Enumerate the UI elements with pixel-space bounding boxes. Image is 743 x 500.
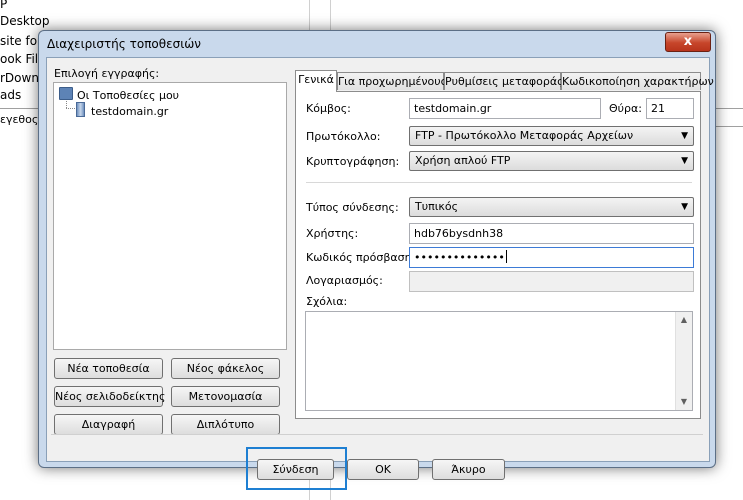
site-tree[interactable]: Οι Τοποθεσίες μου testdomain.gr bbox=[53, 82, 287, 350]
connect-button[interactable]: Σύνδεση bbox=[257, 459, 334, 480]
comments-scrollbar[interactable]: ▲ ▼ bbox=[675, 312, 692, 410]
ok-button[interactable]: OK bbox=[347, 459, 419, 480]
dialog-client-area: Επιλογή εγγραφής: Οι Τοποθεσίες μου test… bbox=[46, 57, 714, 490]
dialog-title: Διαχειριστής τοποθεσιών bbox=[47, 37, 202, 51]
background-item[interactable]: site fo bbox=[0, 33, 37, 50]
tab-advanced[interactable]: Για προχωρημένους bbox=[337, 72, 447, 90]
background-item[interactable]: P bbox=[0, 0, 7, 13]
site-manager-dialog: Διαχειριστής τοποθεσιών x Επιλογή εγγραφ… bbox=[38, 30, 716, 490]
protocol-value: FTP - Πρωτόκολλο Μεταφοράς Αρχείων bbox=[415, 129, 634, 142]
user-label: Χρήστης: bbox=[306, 227, 359, 240]
close-icon: x bbox=[683, 34, 693, 49]
port-input[interactable]: 21 bbox=[646, 98, 694, 119]
logon-type-label: Τύπος σύνδεσης: bbox=[306, 201, 399, 214]
delete-button[interactable]: Διαγραφή bbox=[54, 414, 163, 435]
port-label: Θύρα: bbox=[609, 102, 642, 115]
section-divider bbox=[306, 182, 692, 183]
scroll-up-icon[interactable]: ▲ bbox=[676, 312, 692, 328]
protocol-select[interactable]: FTP - Πρωτόκολλο Μεταφοράς Αρχείων ▼ bbox=[409, 126, 694, 146]
dialog-titlebar[interactable]: Διαχειριστής τοποθεσιών x bbox=[39, 31, 715, 57]
new-folder-button[interactable]: Νέος φάκελος bbox=[171, 358, 280, 379]
password-value: •••••••••••••• bbox=[414, 251, 505, 264]
host-label: Κόμβος: bbox=[306, 102, 351, 115]
general-tab-panel: Κόμβος: testdomain.gr Θύρα: 21 Πρωτόκολλ… bbox=[295, 91, 701, 419]
account-input bbox=[409, 271, 694, 292]
tree-connector bbox=[66, 108, 75, 109]
comments-textarea[interactable]: ▲ ▼ bbox=[305, 311, 693, 411]
new-site-button[interactable]: Νέα τοποθεσία bbox=[54, 358, 163, 379]
server-icon bbox=[76, 102, 85, 117]
tree-site-item[interactable]: testdomain.gr bbox=[76, 102, 168, 118]
background-divider bbox=[714, 126, 743, 127]
tree-site-label: testdomain.gr bbox=[91, 105, 169, 118]
tab-general[interactable]: Γενικά bbox=[295, 70, 337, 92]
background-divider bbox=[0, 108, 38, 109]
account-label: Λογαριασμός: bbox=[306, 274, 383, 287]
encryption-select[interactable]: Χρήση απλού FTP ▼ bbox=[409, 151, 694, 171]
password-input[interactable]: •••••••••••••• bbox=[409, 247, 694, 268]
folder-icon bbox=[59, 87, 73, 100]
comments-label: Σχόλια: bbox=[306, 295, 348, 308]
chevron-down-icon: ▼ bbox=[681, 202, 688, 212]
rename-button[interactable]: Μετονομασία bbox=[171, 386, 280, 407]
protocol-label: Πρωτόκολλο: bbox=[306, 130, 381, 143]
new-bookmark-button[interactable]: Νέος σελιδοδείκτης bbox=[54, 386, 165, 407]
logon-type-value: Τυπικός bbox=[415, 200, 459, 213]
tab-charset[interactable]: Κωδικοποίηση χαρακτήρων bbox=[561, 72, 714, 90]
user-input[interactable]: hdb76bysdnh38 bbox=[409, 223, 694, 244]
bottom-divider bbox=[51, 434, 703, 435]
chevron-down-icon: ▼ bbox=[681, 156, 688, 166]
cancel-button[interactable]: Άκυρο bbox=[432, 459, 505, 480]
select-entry-label: Επιλογή εγγραφής: bbox=[54, 67, 160, 80]
close-button[interactable]: x bbox=[665, 32, 711, 52]
background-item[interactable]: Desktop bbox=[0, 13, 50, 30]
tree-root-label: Οι Τοποθεσίες μου bbox=[77, 89, 180, 102]
chevron-down-icon: ▼ bbox=[681, 131, 688, 141]
background-divider bbox=[714, 108, 743, 109]
password-label: Κωδικός πρόσβασης: bbox=[306, 251, 422, 264]
duplicate-button[interactable]: Διπλότυπο bbox=[171, 414, 280, 435]
encryption-label: Κρυπτογράφηση: bbox=[306, 155, 400, 168]
tab-transfer-settings[interactable]: Ρυθμίσεις μεταφοράς bbox=[444, 72, 564, 90]
host-input[interactable]: testdomain.gr bbox=[409, 98, 601, 119]
encryption-value: Χρήση απλού FTP bbox=[415, 154, 511, 167]
scroll-down-icon[interactable]: ▼ bbox=[676, 394, 692, 410]
background-item[interactable]: ads bbox=[0, 87, 21, 104]
tree-root-item[interactable]: Οι Τοποθεσίες μου bbox=[59, 87, 179, 103]
text-caret bbox=[505, 250, 507, 263]
logon-type-select[interactable]: Τυπικός ▼ bbox=[409, 197, 694, 217]
background-item[interactable]: rDownl bbox=[0, 70, 42, 87]
